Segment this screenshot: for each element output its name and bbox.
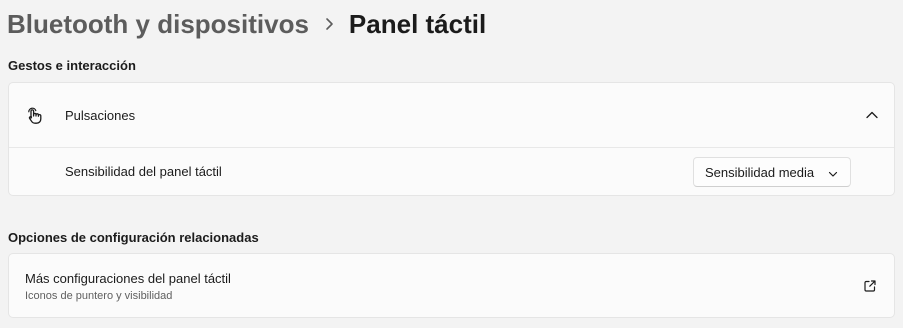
taps-settings-card: Pulsaciones Sensibilidad del panel tácti… — [8, 82, 895, 196]
touchpad-sensitivity-row: Sensibilidad del panel táctil Sensibilid… — [9, 148, 894, 196]
more-settings-description: Iconos de puntero y visibilidad — [25, 290, 173, 302]
sensitivity-selected-value: Sensibilidad media — [705, 164, 815, 180]
more-settings-label: Más configuraciones del panel táctil — [25, 271, 231, 286]
sensitivity-label: Sensibilidad del panel táctil — [65, 164, 222, 179]
section-title-gestures: Gestos e interacción — [8, 58, 136, 73]
breadcrumb: Bluetooth y dispositivos Panel táctil — [7, 4, 486, 44]
chevron-up-icon — [864, 107, 880, 123]
taps-expander-header[interactable]: Pulsaciones — [9, 83, 894, 147]
tap-gesture-icon — [23, 103, 47, 127]
chevron-right-icon — [309, 6, 349, 42]
taps-label: Pulsaciones — [65, 108, 136, 123]
sensitivity-dropdown[interactable]: Sensibilidad media — [693, 157, 851, 187]
chevron-down-icon — [828, 167, 838, 182]
section-title-related: Opciones de configuración relacionadas — [8, 230, 259, 245]
page-title: Panel táctil — [348, 9, 487, 39]
open-external-icon — [862, 278, 878, 294]
more-touchpad-settings-link[interactable]: Más configuraciones del panel táctil Ico… — [8, 253, 895, 318]
breadcrumb-parent-link[interactable]: Bluetooth y dispositivos — [7, 6, 309, 42]
